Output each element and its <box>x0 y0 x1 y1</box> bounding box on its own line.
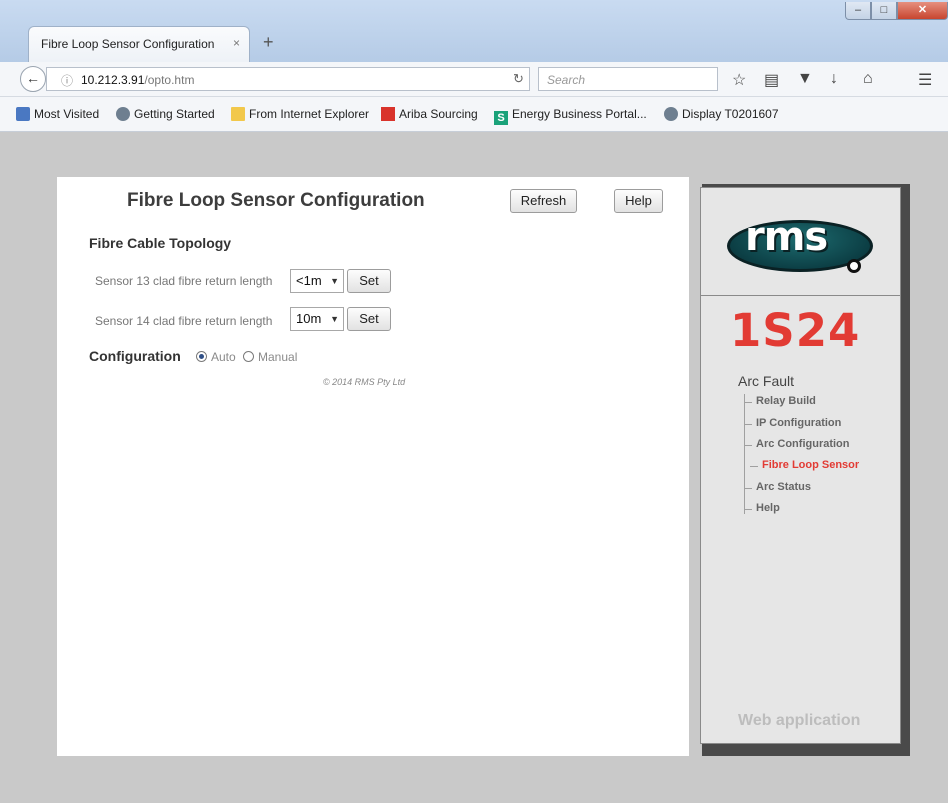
minimize-button[interactable]: – <box>845 2 871 20</box>
pocket-icon[interactable]: ▼ <box>797 70 813 88</box>
new-tab-icon[interactable]: + <box>263 32 274 53</box>
sensor-13-length-value: <1m <box>296 273 322 288</box>
globe-icon <box>664 107 678 121</box>
page-title: Fibre Loop Sensor Configuration <box>127 190 425 211</box>
manual-radio[interactable] <box>243 351 254 362</box>
bookmark-display[interactable]: Display T0201607 <box>664 107 779 121</box>
sensor-13-label: Sensor 13 clad fibre return length <box>95 274 273 288</box>
chevron-down-icon: ▼ <box>330 314 339 324</box>
folder-icon <box>231 107 245 121</box>
sidebar: rms 1S24 Arc Fault Relay Build IP Config… <box>700 187 901 744</box>
sensor-13-length-select[interactable]: <1m ▼ <box>290 269 344 293</box>
sensor-14-label: Sensor 14 clad fibre return length <box>95 314 273 328</box>
home-icon[interactable]: ⌂ <box>863 70 873 88</box>
help-button[interactable]: Help <box>614 189 663 213</box>
auto-radio[interactable] <box>196 351 207 362</box>
bookmark-most-visited[interactable]: Most Visited <box>16 107 99 121</box>
address-bar[interactable]: ⓘ 10.212.3.91/opto.htm ↻ <box>46 67 530 91</box>
topology-heading: Fibre Cable Topology <box>89 235 232 251</box>
bookmark-label: Energy Business Portal... <box>512 107 647 121</box>
browser-tab[interactable]: Fibre Loop Sensor Configuration × <box>28 26 250 62</box>
logo-text: rms <box>745 214 828 260</box>
manual-radio-label: Manual <box>258 350 298 364</box>
nav-title: Arc Fault <box>738 373 795 389</box>
model-name: 1S24 <box>730 304 861 357</box>
back-arrow-icon[interactable]: ← <box>20 66 46 92</box>
sensor-14-length-value: 10m <box>296 311 322 326</box>
download-icon[interactable]: ↓ <box>830 70 838 88</box>
url-path: /opto.htm <box>144 73 195 87</box>
globe-icon <box>116 107 130 121</box>
search-input[interactable]: Search <box>538 67 718 91</box>
sensor-13-set-button[interactable]: Set <box>347 269 391 293</box>
window-controls: – □ ✕ <box>845 2 948 24</box>
ariba-icon <box>381 107 395 121</box>
bookmarks-toolbar: Most Visited Getting Started From Intern… <box>0 97 948 132</box>
bookmark-label: Ariba Sourcing <box>399 107 478 121</box>
bookmark-getting-started[interactable]: Getting Started <box>116 107 215 121</box>
s-logo-icon: S <box>494 111 508 125</box>
refresh-button[interactable]: Refresh <box>510 189 577 213</box>
logo-dot-icon <box>847 259 861 273</box>
tab-title: Fibre Loop Sensor Configuration <box>41 37 215 51</box>
info-icon[interactable]: ⓘ <box>61 72 73 89</box>
bookmark-label: Most Visited <box>34 107 100 121</box>
bookmark-label: Getting Started <box>134 107 215 121</box>
chevron-down-icon: ▼ <box>330 276 339 286</box>
star-icon[interactable]: ☆ <box>732 70 746 90</box>
main-panel: Fibre Loop Sensor Configuration Refresh … <box>57 177 689 756</box>
auto-radio-label: Auto <box>211 350 236 364</box>
bookmark-from-internet-explorer[interactable]: From Internet Explorer <box>231 107 369 121</box>
nav-item-arc-configuration[interactable]: Arc Configuration <box>744 438 850 450</box>
logo-area: rms <box>701 188 900 296</box>
nav-item-ip-configuration[interactable]: IP Configuration <box>743 417 841 429</box>
search-placeholder: Search <box>547 73 586 87</box>
nav-item-arc-status[interactable]: Arc Status <box>743 481 811 493</box>
web-application-label: Web application <box>738 712 861 729</box>
nav-item-relay-build[interactable]: Relay Build <box>744 395 816 407</box>
bookmark-label: From Internet Explorer <box>249 107 370 121</box>
nav-item-help[interactable]: Help <box>744 502 780 514</box>
url-host: 10.212.3.91 <box>81 73 145 87</box>
tab-close-icon[interactable]: × <box>233 36 240 50</box>
close-window-button[interactable]: ✕ <box>897 2 948 20</box>
menu-icon[interactable]: ☰ <box>918 70 932 90</box>
reading-list-icon[interactable]: ▤ <box>764 70 779 90</box>
bookmark-label: Display T0201607 <box>682 107 779 121</box>
sensor-14-set-button[interactable]: Set <box>347 307 391 331</box>
copyright-text: © 2014 RMS Pty Ltd <box>323 377 406 387</box>
nav-tree-line <box>744 394 747 514</box>
reload-icon[interactable]: ↻ <box>513 71 524 87</box>
nav-item-fibre-loop-sensor[interactable]: Fibre Loop Sensor <box>749 459 859 471</box>
navigation-toolbar: ← ⓘ 10.212.3.91/opto.htm ↻ Search ☆ ▤ ▼ … <box>0 62 948 97</box>
window-titlebar: Fibre Loop Sensor Configuration × + – □ … <box>0 0 948 62</box>
sensor-14-length-select[interactable]: 10m ▼ <box>290 307 344 331</box>
url-text[interactable]: 10.212.3.91/opto.htm <box>81 73 194 87</box>
bookmark-energy-business-portal[interactable]: S Energy Business Portal... <box>494 107 647 125</box>
maximize-button[interactable]: □ <box>871 2 897 20</box>
bookmark-ariba-sourcing[interactable]: Ariba Sourcing <box>381 107 478 121</box>
configuration-label: Configuration <box>89 348 181 364</box>
bookmark-icon <box>16 107 30 121</box>
